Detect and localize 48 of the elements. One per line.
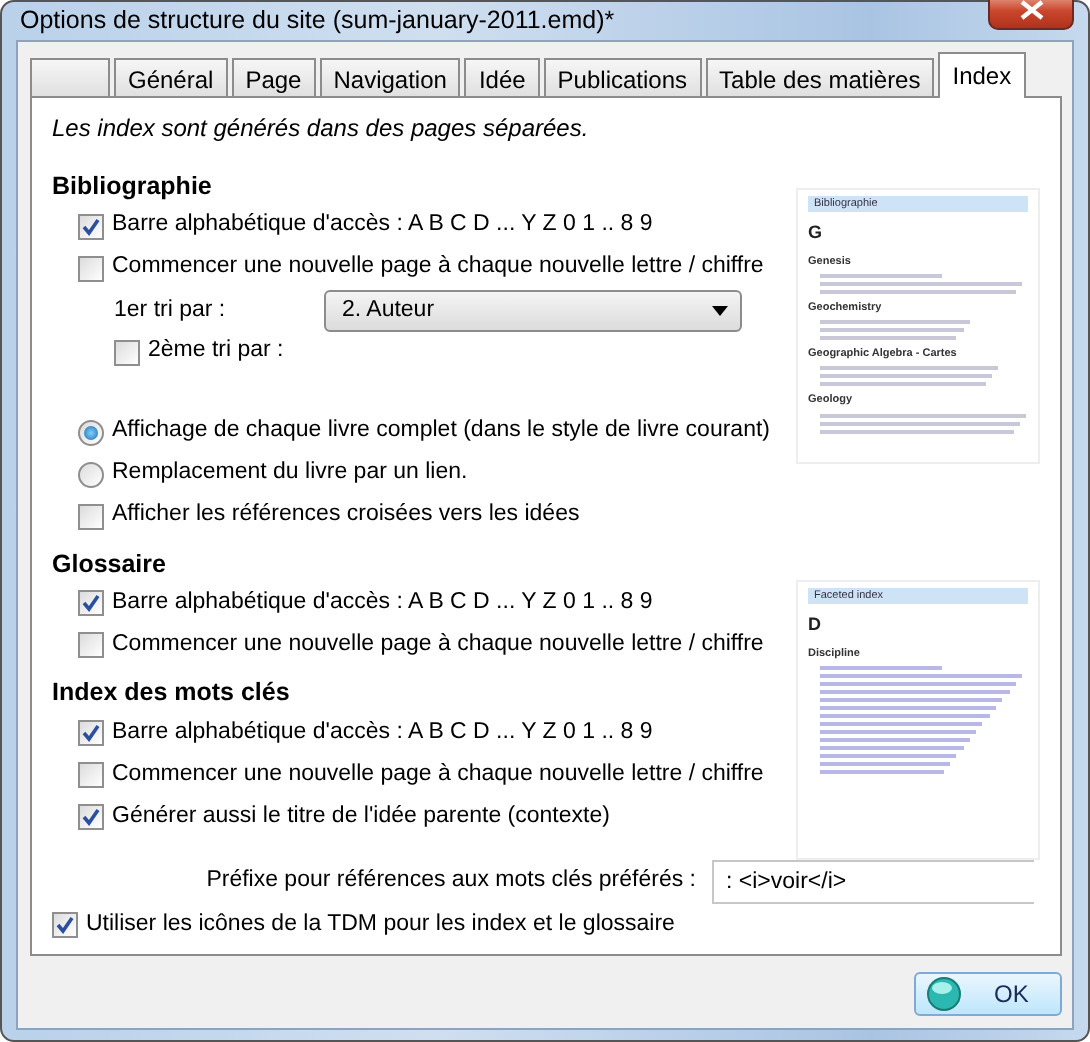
checkbox[interactable] xyxy=(78,255,104,281)
preview-letter: D xyxy=(808,612,823,638)
option-label: Affichage de chaque livre complet (dans le style de livre courant) xyxy=(112,416,770,447)
option-label: Barre alphabétique d'accès : A B C D ... Y Z 0 1 .. 8 9 xyxy=(112,588,653,619)
option-label: Commencer une nouvelle page à chaque nouvelle lettre / chiffre xyxy=(112,630,764,661)
status-orb-icon xyxy=(926,975,962,1012)
sort-label: 1er tri par : xyxy=(114,295,228,326)
tab[interactable]: Table des matières xyxy=(705,57,935,96)
tab[interactable]: Publications xyxy=(543,57,702,96)
tab[interactable]: Idée xyxy=(464,57,540,96)
caret-icon xyxy=(712,306,728,316)
tab[interactable]: Général xyxy=(114,57,228,96)
section-heading: Index des mots clés xyxy=(52,676,292,711)
checkbox[interactable] xyxy=(78,213,104,239)
checkbox[interactable] xyxy=(78,503,104,529)
section-heading: Glossaire xyxy=(52,547,168,581)
option-label: Remplacement du livre par un lien. xyxy=(112,458,468,489)
option-label: Utiliser les icônes de la TDM pour les index et le glossaire xyxy=(86,909,675,940)
checkbox[interactable] xyxy=(78,762,104,788)
radio-button[interactable] xyxy=(78,419,104,445)
sort-dropdown[interactable]: 2. Auteur xyxy=(324,290,742,332)
checkbox[interactable] xyxy=(114,339,140,365)
option-label: Commencer une nouvelle page à chaque nouvelle lettre / chiffre xyxy=(112,252,764,283)
tab[interactable]: Navigation xyxy=(319,57,461,96)
option-label: Commencer une nouvelle page à chaque nouvelle lettre / chiffre xyxy=(112,759,764,790)
option-label: Afficher les références croisées vers les idées xyxy=(112,500,580,531)
ok-button[interactable]: OK xyxy=(914,971,1062,1016)
section-heading: Bibliographie xyxy=(52,169,214,204)
close-icon xyxy=(1019,0,1043,21)
preview-letter: G xyxy=(808,220,825,246)
option-label: 2ème tri par : xyxy=(148,336,284,367)
info-text: Les index sont générés dans des pages séparées. xyxy=(52,111,591,146)
tab[interactable] xyxy=(30,57,110,96)
checkbox[interactable] xyxy=(78,632,104,659)
prefix-field[interactable]: : <i>voir</i> xyxy=(712,859,1034,904)
option-label: Barre alphabétique d'accès : A B C D ... Y Z 0 1 .. 8 9 xyxy=(112,210,653,241)
option-label: Barre alphabétique d'accès : A B C D ... Y Z 0 1 .. 8 9 xyxy=(112,717,653,748)
checkbox[interactable] xyxy=(52,911,78,938)
close-button[interactable] xyxy=(988,0,1074,30)
tab[interactable]: Page xyxy=(231,57,316,96)
window-title: Options de structure du site (sum-january-2011.emd)* xyxy=(18,4,615,38)
prefix-label: Préfixe pour références aux mots clés préférés : xyxy=(206,866,696,897)
checkbox[interactable] xyxy=(78,590,104,617)
option-label: Générer aussi le titre de l'idée parente (contexte) xyxy=(112,801,610,832)
checkbox[interactable] xyxy=(78,720,104,746)
checkbox[interactable] xyxy=(78,804,104,830)
radio-button[interactable] xyxy=(78,461,104,487)
tab[interactable]: Index xyxy=(938,51,1026,98)
